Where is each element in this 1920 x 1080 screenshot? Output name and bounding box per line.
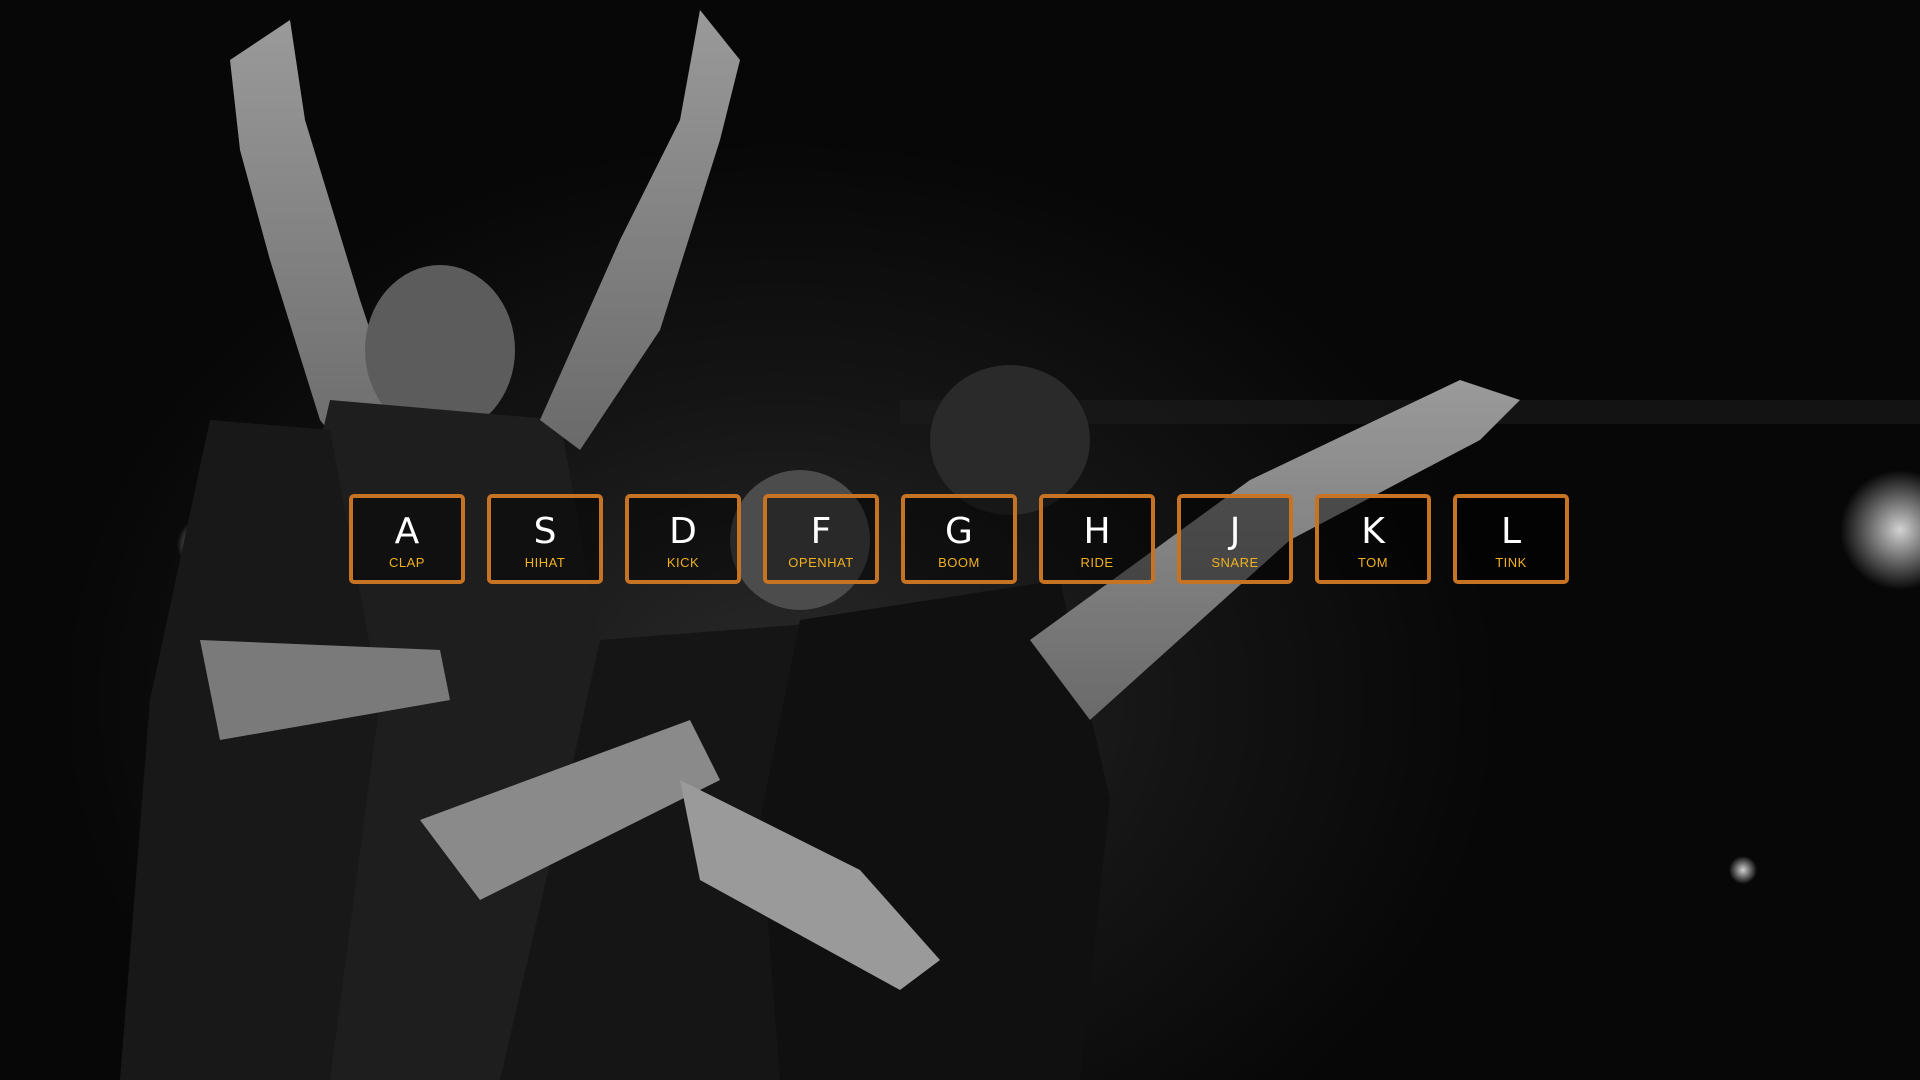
key-letter: S xyxy=(533,510,557,552)
key-g[interactable]: G BOOM xyxy=(901,494,1017,584)
sound-label: BOOM xyxy=(938,554,980,570)
drum-kit-page: A CLAP S HIHAT D KICK F OPENHAT G BOOM H… xyxy=(0,0,1920,1080)
key-s[interactable]: S HIHAT xyxy=(487,494,603,584)
key-a[interactable]: A CLAP xyxy=(349,494,465,584)
key-d[interactable]: D KICK xyxy=(625,494,741,584)
sound-label: RIDE xyxy=(1080,554,1114,570)
stage-light xyxy=(1729,856,1757,884)
key-letter: F xyxy=(810,510,832,552)
drum-key-row: A CLAP S HIHAT D KICK F OPENHAT G BOOM H… xyxy=(349,494,1569,584)
key-letter: G xyxy=(945,510,973,552)
key-letter: L xyxy=(1500,510,1522,552)
key-letter: J xyxy=(1229,510,1241,552)
key-l[interactable]: L TINK xyxy=(1453,494,1569,584)
sound-label: SNARE xyxy=(1211,554,1259,570)
sound-label: KICK xyxy=(666,554,700,570)
sound-label: CLAP xyxy=(389,554,425,570)
key-letter: D xyxy=(669,510,697,552)
key-letter: K xyxy=(1361,510,1385,552)
sound-label: TOM xyxy=(1357,554,1389,570)
key-k[interactable]: K TOM xyxy=(1315,494,1431,584)
sound-label: OPENHAT xyxy=(788,554,854,570)
key-h[interactable]: H RIDE xyxy=(1039,494,1155,584)
key-letter: H xyxy=(1083,510,1111,552)
key-j[interactable]: J SNARE xyxy=(1177,494,1293,584)
sound-label: HIHAT xyxy=(524,554,566,570)
stage-light xyxy=(1840,470,1920,590)
sound-label: TINK xyxy=(1495,554,1527,570)
key-f[interactable]: F OPENHAT xyxy=(763,494,879,584)
key-letter: A xyxy=(394,510,420,552)
